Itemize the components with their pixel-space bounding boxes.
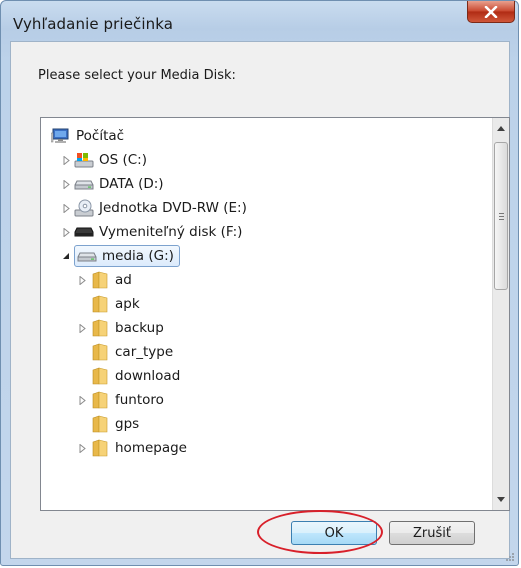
selected-item-highlight: media (G:) (74, 245, 180, 267)
tree-item-label: Počítač (76, 128, 125, 144)
expand-arrow-icon[interactable] (77, 443, 87, 453)
folder-icon (90, 343, 110, 361)
tree-item-folder-funtoro[interactable]: funtoro (77, 388, 164, 412)
close-button[interactable] (467, 1, 515, 23)
expand-arrow-icon[interactable] (61, 179, 71, 189)
folder-icon (90, 415, 110, 433)
tree-item-label: DATA (D:) (99, 176, 164, 192)
cancel-button[interactable]: Zrušiť (389, 521, 475, 545)
hard-drive-icon (74, 175, 94, 193)
tree-item-media-g[interactable]: media (G:) (61, 244, 180, 268)
tree-item-label: funtoro (115, 392, 164, 408)
scroll-down-button[interactable] (493, 491, 509, 508)
tree-item-label: backup (115, 320, 164, 336)
scrollbar-thumb[interactable] (494, 142, 508, 290)
tree-item-label: OS (C:) (99, 152, 147, 168)
vertical-scrollbar[interactable] (492, 118, 509, 510)
tree-item-folder-backup[interactable]: backup (77, 316, 164, 340)
window-title: Vyhľadanie priečinka (13, 15, 174, 33)
ok-button-highlight-circle (257, 510, 383, 554)
folder-icon (90, 367, 110, 385)
expand-arrow-icon[interactable] (61, 155, 71, 165)
computer-icon (51, 127, 71, 145)
tree-item-label: Jednotka DVD-RW (E:) (99, 200, 247, 216)
folder-tree[interactable]: Počítač OS (C:) DATA (D:) Jednotka DVD-R… (40, 117, 510, 511)
tree-item-label: media (G:) (102, 248, 174, 264)
tree-item-folder-homepage[interactable]: homepage (77, 436, 187, 460)
tree-item-label: apk (115, 296, 140, 312)
title-bar[interactable]: Vyhľadanie priečinka (1, 1, 518, 41)
removable-disk-icon (74, 223, 94, 241)
folder-icon (90, 391, 110, 409)
tree-item-folder-gps[interactable]: gps (90, 412, 139, 436)
tree-item-folder-apk[interactable]: apk (90, 292, 140, 316)
dvd-drive-icon (74, 199, 94, 217)
tree-item-folder-ad[interactable]: ad (77, 268, 132, 292)
expand-arrow-icon[interactable] (77, 275, 87, 285)
browse-folder-dialog: Vyhľadanie priečinka Please select your … (0, 0, 519, 566)
tree-item-folder-car-type[interactable]: car_type (90, 340, 173, 364)
scroll-down-arrow-icon (497, 497, 505, 502)
tree-item-label: car_type (115, 344, 174, 360)
hard-drive-icon (77, 247, 97, 265)
prompt-text: Please select your Media Disk: (38, 68, 236, 83)
scroll-up-button[interactable] (493, 120, 509, 137)
tree-item-computer[interactable]: Počítač (51, 124, 124, 148)
tree-item-label: Vymeniteľný disk (F:) (99, 224, 243, 240)
tree-item-label: homepage (115, 440, 187, 456)
tree-item-removable-f[interactable]: Vymeniteľný disk (F:) (61, 220, 242, 244)
tree-item-label: gps (115, 416, 140, 432)
tree-item-dvd-e[interactable]: Jednotka DVD-RW (E:) (61, 196, 247, 220)
folder-icon (90, 319, 110, 337)
expand-arrow-icon[interactable] (61, 227, 71, 237)
scroll-up-arrow-icon (497, 126, 505, 131)
tree-item-data-d[interactable]: DATA (D:) (61, 172, 164, 196)
resize-grip-icon[interactable] (504, 551, 514, 561)
folder-icon (90, 271, 110, 289)
expand-arrow-icon[interactable] (61, 203, 71, 213)
scrollbar-grip-icon (499, 213, 504, 220)
expand-arrow-icon[interactable] (77, 323, 87, 333)
tree-item-os-c[interactable]: OS (C:) (61, 148, 147, 172)
os-drive-icon (74, 151, 94, 169)
close-icon (484, 5, 498, 18)
tree-item-label: ad (115, 272, 132, 288)
expand-arrow-icon[interactable] (77, 395, 87, 405)
folder-icon (90, 439, 110, 457)
tree-item-folder-download[interactable]: download (90, 364, 180, 388)
tree-item-label: download (115, 368, 181, 384)
collapse-arrow-icon[interactable] (61, 251, 71, 261)
folder-icon (90, 295, 110, 313)
